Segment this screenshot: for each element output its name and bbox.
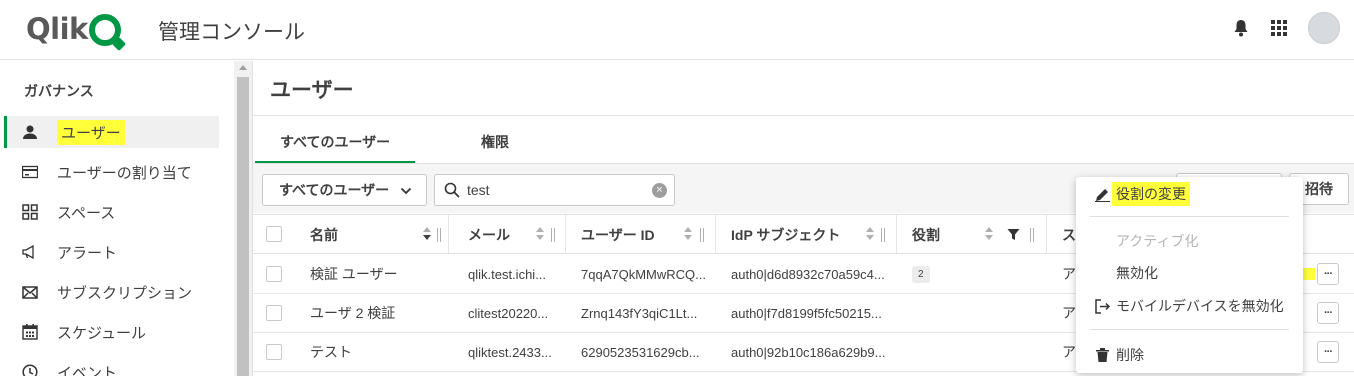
sidebar-item-label: ユーザー [57, 119, 125, 145]
search-icon [444, 182, 460, 201]
app-title: 管理コンソール [158, 20, 305, 44]
cell-idp-subject: auth0|d6d8932c70a59c4... [731, 266, 885, 282]
column-resize-handle[interactable] [437, 228, 441, 242]
menu-item-label: 無効化 [1116, 265, 1158, 281]
bell-icon[interactable] [1232, 19, 1250, 37]
page-title: ユーザー [270, 79, 354, 102]
menu-item-deactivate[interactable]: 無効化 [1076, 259, 1303, 287]
sidebar-item-subscriptions[interactable]: サブスクリプション [4, 276, 219, 308]
clear-search-icon[interactable]: × [652, 183, 667, 198]
cell-idp-subject: auth0|f7d8199f5fc50215... [731, 305, 882, 321]
tab-permissions[interactable]: 権限 [481, 132, 509, 152]
row-actions-button[interactable]: ··· [1317, 263, 1339, 285]
column-header-email[interactable]: メール [453, 215, 566, 254]
qlik-logo[interactable]: Qlik [26, 12, 121, 46]
menu-item-label: 削除 [1116, 347, 1144, 363]
sidebar-heading: ガバナンス [24, 83, 94, 99]
column-header-idp-subject[interactable]: IdP サブジェクト [716, 215, 897, 254]
sidebar-item-label: スペース [57, 204, 116, 222]
cell-user-id: 6290523531629cb... [581, 344, 700, 360]
scrollbar-thumb[interactable] [237, 77, 249, 376]
sidebar-item-users[interactable]: ユーザー [4, 116, 219, 148]
menu-item-label: モバイルデバイスを無効化 [1116, 298, 1284, 314]
sort-icon[interactable] [866, 227, 874, 241]
search-box[interactable]: × [434, 174, 675, 206]
cell-idp-subject: auth0|92b10c186a629b9... [731, 344, 886, 360]
sidebar-item-label: サブスクリプション [57, 284, 193, 302]
sidebar: ガバナンス ユーザー ユーザーの割り当て スペース アラート サブスクリプション [0, 61, 234, 376]
column-resize-handle[interactable] [881, 228, 885, 242]
cell-email: qliktest.2433... [468, 344, 552, 360]
row-checkbox[interactable] [266, 344, 282, 360]
sort-icon[interactable] [423, 227, 431, 241]
user-avatar[interactable] [1308, 12, 1340, 44]
spaces-icon [20, 202, 40, 222]
menu-item-disable-mobile[interactable]: モバイルデバイスを無効化 [1076, 292, 1303, 320]
clock-icon [20, 362, 40, 376]
sidebar-item-label: アラート [57, 244, 118, 262]
cell-name: テスト [310, 344, 352, 360]
menu-item-activate[interactable]: アクティブ化 [1076, 227, 1303, 255]
column-resize-handle[interactable] [1030, 228, 1034, 242]
user-icon [20, 122, 40, 142]
filter-icon[interactable] [1007, 228, 1020, 244]
column-header-roles[interactable]: 役割 [897, 215, 1047, 254]
menu-divider [1090, 216, 1289, 217]
user-filter-dropdown[interactable]: すべてのユーザー [262, 174, 427, 206]
column-header-user-id[interactable]: ユーザー ID [566, 215, 716, 254]
scroll-up-arrow-icon[interactable] [239, 65, 247, 70]
column-resize-handle[interactable] [700, 228, 704, 242]
sidebar-item-label: スケジュール [57, 324, 146, 342]
row-checkbox[interactable] [266, 305, 282, 321]
sidebar-item-alerts[interactable]: アラート [4, 236, 219, 268]
sidebar-item-label: イベント [57, 364, 118, 376]
sort-icon[interactable] [985, 227, 993, 241]
sidebar-item-user-allocation[interactable]: ユーザーの割り当て [4, 156, 219, 188]
cell-name: 検証 ユーザー [310, 266, 398, 282]
column-resize-handle[interactable] [551, 228, 555, 242]
pencil-icon [1094, 186, 1110, 202]
megaphone-icon [20, 242, 40, 262]
role-count-badge: 2 [912, 265, 930, 283]
tab-all-users[interactable]: すべてのユーザー [280, 132, 390, 152]
column-header-name[interactable]: 名前 [295, 215, 449, 254]
menu-item-change-roles[interactable]: 役割の変更 [1076, 180, 1303, 208]
card-icon [20, 162, 40, 182]
cell-email: qlik.test.ichi... [468, 266, 547, 282]
menu-item-delete[interactable]: 削除 [1076, 341, 1303, 369]
logout-icon [1094, 298, 1110, 314]
dropdown-value: すべてのユーザー [279, 182, 390, 198]
cell-email: clitest20220... [468, 305, 549, 321]
menu-item-label: 役割の変更 [1112, 182, 1190, 206]
sidebar-item-label: ユーザーの割り当て [57, 164, 192, 182]
menu-divider [1090, 329, 1289, 330]
mail-icon [20, 282, 40, 302]
row-checkbox[interactable] [266, 266, 282, 282]
sidebar-item-schedules[interactable]: スケジュール [4, 316, 219, 348]
cell-user-id: Zrnq143fY3qiC1Lt... [581, 305, 698, 321]
cell-name: ユーザ 2 検証 [310, 305, 396, 321]
search-input[interactable] [467, 180, 647, 200]
select-all-checkbox[interactable] [266, 226, 282, 242]
cell-user-id: 7qqA7QkMMwRCQ... [581, 266, 706, 282]
title-divider [253, 115, 1354, 116]
sort-icon[interactable] [684, 227, 692, 241]
menu-item-label: アクティブ化 [1116, 233, 1199, 249]
chevron-down-icon [400, 184, 412, 200]
calendar-icon [20, 322, 40, 342]
cell-roles: 2 [912, 255, 972, 293]
sidebar-item-spaces[interactable]: スペース [4, 196, 219, 228]
row-context-menu: 役割の変更 アクティブ化 無効化 モバイルデバイスを無効化 削除 [1076, 177, 1303, 373]
row-actions-button[interactable]: ··· [1317, 341, 1339, 363]
trash-icon [1094, 347, 1110, 363]
sidebar-scrollbar[interactable] [234, 61, 252, 376]
sidebar-item-events[interactable]: イベント [4, 356, 219, 376]
app-grid-icon[interactable] [1270, 19, 1288, 37]
sort-icon[interactable] [536, 227, 544, 241]
top-header: Qlik 管理コンソール [0, 0, 1354, 60]
row-actions-button[interactable]: ··· [1317, 302, 1339, 324]
